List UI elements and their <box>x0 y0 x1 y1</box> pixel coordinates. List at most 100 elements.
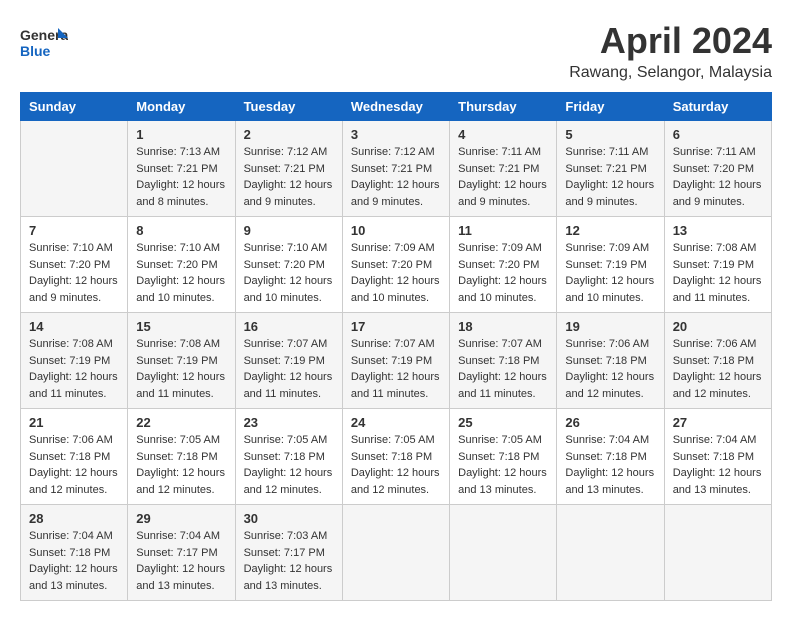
calendar-cell: 14 Sunrise: 7:08 AM Sunset: 7:19 PM Dayli… <box>21 313 128 409</box>
calendar-cell: 3 Sunrise: 7:12 AM Sunset: 7:21 PM Daylig… <box>342 121 449 217</box>
calendar-cell: 9Sunrise: 7:10 AM Sunset: 7:20 PM Daylig… <box>235 217 342 313</box>
column-header-saturday: Saturday <box>664 93 771 121</box>
calendar-cell: 23 Sunrise: 7:05 AM Sunset: 7:18 PM Dayli… <box>235 409 342 505</box>
column-header-wednesday: Wednesday <box>342 93 449 121</box>
day-number: 14 <box>29 319 119 334</box>
day-info: Sunrise: 7:06 AM Sunset: 7:18 PM Dayligh… <box>29 432 119 498</box>
calendar-cell: 6Sunrise: 7:11 AM Sunset: 7:20 PM Daylig… <box>664 121 771 217</box>
day-info: Sunrise: 7:11 AM Sunset: 7:21 PM Dayligh… <box>565 144 655 210</box>
day-info: Sunrise: 7:07 AM Sunset: 7:19 PM Dayligh… <box>351 336 441 402</box>
calendar-cell: 24Sunrise: 7:05 AM Sunset: 7:18 PM Dayli… <box>342 409 449 505</box>
calendar-cell: 15 Sunrise: 7:08 AM Sunset: 7:19 PM Dayli… <box>128 313 235 409</box>
column-header-sunday: Sunday <box>21 93 128 121</box>
calendar-cell: 18Sunrise: 7:07 AM Sunset: 7:18 PM Dayli… <box>450 313 557 409</box>
calendar-cell: 4 Sunrise: 7:11 AM Sunset: 7:21 PM Daylig… <box>450 121 557 217</box>
calendar-cell: 19Sunrise: 7:06 AM Sunset: 7:18 PM Dayli… <box>557 313 664 409</box>
day-number: 5 <box>565 127 655 142</box>
calendar-cell: 8Sunrise: 7:10 AM Sunset: 7:20 PM Daylig… <box>128 217 235 313</box>
day-info: Sunrise: 7:03 AM Sunset: 7:17 PM Dayligh… <box>244 528 334 594</box>
calendar-week-row: 28 Sunrise: 7:04 AM Sunset: 7:18 PM Dayli… <box>21 505 772 601</box>
day-number: 4 <box>458 127 548 142</box>
day-info: Sunrise: 7:09 AM Sunset: 7:19 PM Dayligh… <box>565 240 655 306</box>
day-info: Sunrise: 7:09 AM Sunset: 7:20 PM Dayligh… <box>351 240 441 306</box>
calendar-cell: 2 Sunrise: 7:12 AM Sunset: 7:21 PM Daylig… <box>235 121 342 217</box>
page-header: General Blue April 2024 Rawang, Selangor… <box>20 20 772 82</box>
day-number: 22 <box>136 415 226 430</box>
calendar-cell: 20 Sunrise: 7:06 AM Sunset: 7:18 PM Dayli… <box>664 313 771 409</box>
day-number: 20 <box>673 319 763 334</box>
calendar-cell: 1Sunrise: 7:13 AM Sunset: 7:21 PM Daylig… <box>128 121 235 217</box>
calendar-cell: 22 Sunrise: 7:05 AM Sunset: 7:18 PM Dayli… <box>128 409 235 505</box>
day-number: 29 <box>136 511 226 526</box>
calendar-cell: 27 Sunrise: 7:04 AM Sunset: 7:18 PM Dayli… <box>664 409 771 505</box>
calendar-cell: 11 Sunrise: 7:09 AM Sunset: 7:20 PM Dayli… <box>450 217 557 313</box>
logo: General Blue <box>20 20 68 68</box>
calendar-table: SundayMondayTuesdayWednesdayThursdayFrid… <box>20 92 772 601</box>
day-number: 7 <box>29 223 119 238</box>
day-number: 25 <box>458 415 548 430</box>
day-info: Sunrise: 7:11 AM Sunset: 7:21 PM Dayligh… <box>458 144 548 210</box>
day-number: 26 <box>565 415 655 430</box>
calendar-cell: 29 Sunrise: 7:04 AM Sunset: 7:17 PM Dayli… <box>128 505 235 601</box>
calendar-cell: 7 Sunrise: 7:10 AM Sunset: 7:20 PM Daylig… <box>21 217 128 313</box>
calendar-header-row: SundayMondayTuesdayWednesdayThursdayFrid… <box>21 93 772 121</box>
calendar-week-row: 14 Sunrise: 7:08 AM Sunset: 7:19 PM Dayli… <box>21 313 772 409</box>
calendar-body: 1Sunrise: 7:13 AM Sunset: 7:21 PM Daylig… <box>21 121 772 601</box>
day-number: 17 <box>351 319 441 334</box>
calendar-cell <box>664 505 771 601</box>
day-number: 11 <box>458 223 548 238</box>
calendar-cell <box>450 505 557 601</box>
day-info: Sunrise: 7:05 AM Sunset: 7:18 PM Dayligh… <box>136 432 226 498</box>
day-info: Sunrise: 7:04 AM Sunset: 7:18 PM Dayligh… <box>673 432 763 498</box>
day-number: 8 <box>136 223 226 238</box>
day-info: Sunrise: 7:13 AM Sunset: 7:21 PM Dayligh… <box>136 144 226 210</box>
calendar-week-row: 21 Sunrise: 7:06 AM Sunset: 7:18 PM Dayli… <box>21 409 772 505</box>
calendar-cell: 10 Sunrise: 7:09 AM Sunset: 7:20 PM Dayli… <box>342 217 449 313</box>
day-number: 27 <box>673 415 763 430</box>
day-number: 21 <box>29 415 119 430</box>
day-number: 28 <box>29 511 119 526</box>
day-number: 16 <box>244 319 334 334</box>
calendar-cell <box>342 505 449 601</box>
calendar-week-row: 1Sunrise: 7:13 AM Sunset: 7:21 PM Daylig… <box>21 121 772 217</box>
day-info: Sunrise: 7:06 AM Sunset: 7:18 PM Dayligh… <box>673 336 763 402</box>
day-info: Sunrise: 7:12 AM Sunset: 7:21 PM Dayligh… <box>244 144 334 210</box>
day-info: Sunrise: 7:11 AM Sunset: 7:20 PM Dayligh… <box>673 144 763 210</box>
day-info: Sunrise: 7:09 AM Sunset: 7:20 PM Dayligh… <box>458 240 548 306</box>
day-info: Sunrise: 7:05 AM Sunset: 7:18 PM Dayligh… <box>458 432 548 498</box>
day-info: Sunrise: 7:12 AM Sunset: 7:21 PM Dayligh… <box>351 144 441 210</box>
day-info: Sunrise: 7:07 AM Sunset: 7:18 PM Dayligh… <box>458 336 548 402</box>
day-info: Sunrise: 7:06 AM Sunset: 7:18 PM Dayligh… <box>565 336 655 402</box>
day-info: Sunrise: 7:04 AM Sunset: 7:18 PM Dayligh… <box>29 528 119 594</box>
location: Rawang, Selangor, Malaysia <box>569 64 772 82</box>
calendar-cell: 26 Sunrise: 7:04 AM Sunset: 7:18 PM Dayli… <box>557 409 664 505</box>
column-header-friday: Friday <box>557 93 664 121</box>
day-number: 30 <box>244 511 334 526</box>
column-header-thursday: Thursday <box>450 93 557 121</box>
day-number: 12 <box>565 223 655 238</box>
day-info: Sunrise: 7:04 AM Sunset: 7:17 PM Dayligh… <box>136 528 226 594</box>
day-number: 13 <box>673 223 763 238</box>
title-block: April 2024 Rawang, Selangor, Malaysia <box>569 20 772 82</box>
calendar-cell <box>21 121 128 217</box>
svg-text:Blue: Blue <box>20 43 51 59</box>
calendar-cell: 25 Sunrise: 7:05 AM Sunset: 7:18 PM Dayli… <box>450 409 557 505</box>
calendar-cell: 28 Sunrise: 7:04 AM Sunset: 7:18 PM Dayli… <box>21 505 128 601</box>
day-number: 23 <box>244 415 334 430</box>
day-info: Sunrise: 7:10 AM Sunset: 7:20 PM Dayligh… <box>29 240 119 306</box>
day-info: Sunrise: 7:08 AM Sunset: 7:19 PM Dayligh… <box>673 240 763 306</box>
calendar-cell: 30 Sunrise: 7:03 AM Sunset: 7:17 PM Dayli… <box>235 505 342 601</box>
day-number: 10 <box>351 223 441 238</box>
calendar-cell <box>557 505 664 601</box>
day-info: Sunrise: 7:04 AM Sunset: 7:18 PM Dayligh… <box>565 432 655 498</box>
day-info: Sunrise: 7:08 AM Sunset: 7:19 PM Dayligh… <box>29 336 119 402</box>
column-header-tuesday: Tuesday <box>235 93 342 121</box>
calendar-cell: 13 Sunrise: 7:08 AM Sunset: 7:19 PM Dayli… <box>664 217 771 313</box>
day-number: 2 <box>244 127 334 142</box>
day-number: 3 <box>351 127 441 142</box>
day-info: Sunrise: 7:08 AM Sunset: 7:19 PM Dayligh… <box>136 336 226 402</box>
day-number: 15 <box>136 319 226 334</box>
day-info: Sunrise: 7:05 AM Sunset: 7:18 PM Dayligh… <box>244 432 334 498</box>
column-header-monday: Monday <box>128 93 235 121</box>
day-info: Sunrise: 7:07 AM Sunset: 7:19 PM Dayligh… <box>244 336 334 402</box>
